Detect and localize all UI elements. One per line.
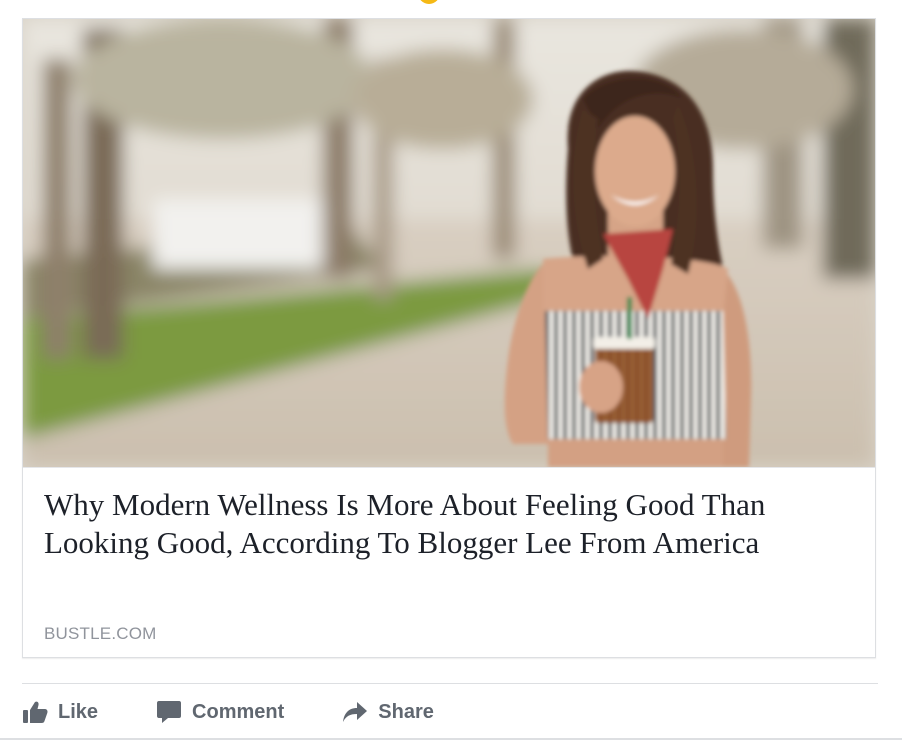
actions-divider xyxy=(22,683,878,684)
link-preview-image[interactable] xyxy=(23,19,875,467)
notification-dot xyxy=(418,0,440,4)
comment-bubble-icon xyxy=(156,700,182,724)
link-preview-card[interactable]: Why Modern Wellness Is More About Feelin… xyxy=(22,18,876,658)
like-button[interactable]: Like xyxy=(22,700,98,724)
link-headline[interactable]: Why Modern Wellness Is More About Feelin… xyxy=(44,486,844,562)
share-arrow-icon xyxy=(342,700,368,724)
thumbs-up-icon xyxy=(22,700,48,724)
link-preview-caption[interactable]: Why Modern Wellness Is More About Feelin… xyxy=(23,467,875,658)
post-actions-bar: Like Comment Share xyxy=(22,692,492,732)
share-button[interactable]: Share xyxy=(342,700,434,724)
comment-button[interactable]: Comment xyxy=(156,700,284,724)
like-label: Like xyxy=(58,700,99,723)
link-domain: BUSTLE.COM xyxy=(44,624,157,643)
share-label: Share xyxy=(378,700,434,723)
comment-label: Comment xyxy=(192,700,285,723)
